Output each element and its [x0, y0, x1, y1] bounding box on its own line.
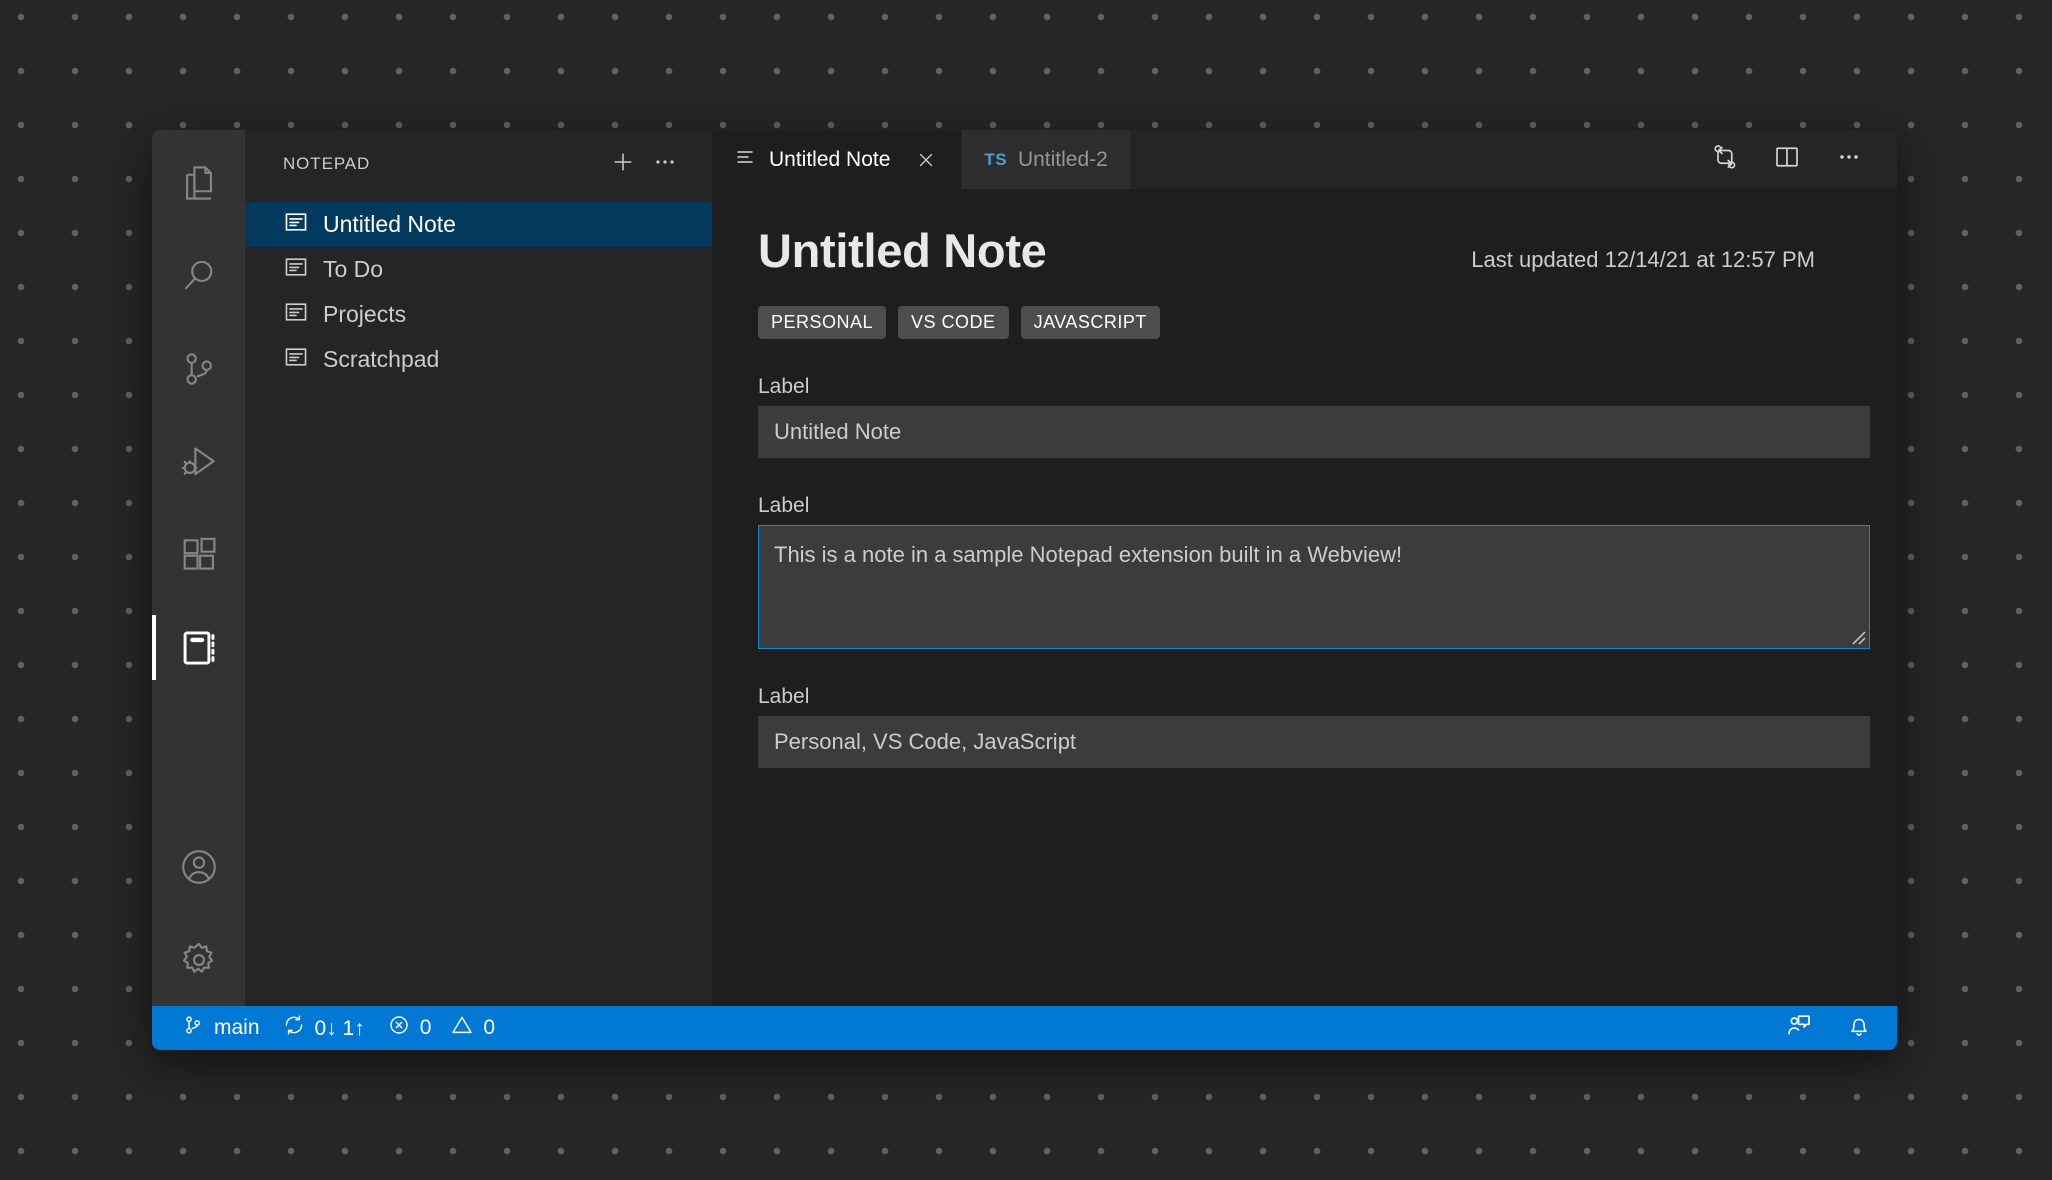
status-notifications-button[interactable] [1829, 1006, 1889, 1050]
note-content-textarea[interactable]: This is a note in a sample Notepad exten… [758, 525, 1870, 649]
last-updated-text: Last updated 12/14/21 at 12:57 PM [1471, 247, 1815, 272]
compare-changes-icon [1710, 142, 1740, 177]
activity-item-source-control[interactable] [152, 322, 245, 415]
split-editor-button[interactable] [1769, 142, 1805, 178]
status-sync-label: 0↓ 1↑ [314, 1016, 365, 1040]
tab-label: Untitled Note [769, 147, 891, 171]
bell-icon [1845, 1011, 1873, 1045]
ellipsis-icon [1836, 144, 1862, 175]
typescript-badge: TS [984, 149, 1007, 169]
close-icon[interactable] [913, 147, 939, 173]
activity-item-search[interactable] [152, 229, 245, 322]
tab-untitled-note[interactable]: Untitled Note [712, 130, 963, 189]
activity-item-run-and-debug[interactable] [152, 415, 245, 508]
sidebar-header: NOTEPAD [245, 130, 712, 198]
sync-icon [282, 1013, 306, 1043]
editor-actions [1693, 130, 1897, 189]
sidebar-title: NOTEPAD [283, 154, 371, 173]
extensions-icon [177, 533, 221, 577]
note-list-icon [734, 145, 758, 175]
status-error-count: 0 [419, 1016, 432, 1039]
tag-list: PERSONAL VS CODE JAVASCRIPT [758, 306, 1851, 339]
status-problems[interactable]: 0 0 [376, 1006, 506, 1050]
activity-item-accounts[interactable] [152, 820, 245, 913]
error-icon [387, 1013, 411, 1043]
notepad-webview: Untitled Note Last updated 12/14/21 at 1… [712, 189, 1897, 1006]
list-item[interactable]: To Do [245, 247, 712, 292]
status-branch[interactable]: main [170, 1006, 271, 1050]
field-group-tags: Label Personal, VS Code, JavaScript [758, 685, 1870, 768]
activity-item-manage[interactable] [152, 913, 245, 1006]
split-editor-icon [1772, 142, 1802, 177]
editor-more-actions-button[interactable] [1831, 142, 1867, 178]
feedback-icon [1785, 1011, 1813, 1045]
editor-area: Untitled Note TS Untitled-2 Untitled Not… [712, 130, 1897, 1006]
activity-bar-spacer [152, 694, 245, 820]
list-item-label: To Do [323, 256, 384, 282]
note-icon [283, 254, 309, 286]
tab-untitled-2[interactable]: TS Untitled-2 [962, 130, 1131, 189]
sidebar: NOTEPAD Untitled Note To Do Projects Scr… [245, 130, 712, 1006]
tab-bar-filler [1130, 130, 1693, 189]
list-item[interactable]: Projects [245, 292, 712, 337]
list-item[interactable]: Untitled Note [245, 202, 712, 247]
run-and-debug-icon [177, 440, 221, 484]
ellipsis-icon [652, 149, 678, 180]
status-feedback-button[interactable] [1769, 1006, 1829, 1050]
notes-list: Untitled Note To Do Projects Scratchpad [245, 198, 712, 382]
plus-icon [609, 148, 637, 181]
source-control-icon [177, 347, 221, 391]
notepad-icon [177, 626, 221, 670]
field-label: Label [758, 494, 810, 517]
field-group-title: Label Untitled Note [758, 375, 1870, 458]
gear-icon [177, 938, 221, 982]
new-note-button[interactable] [602, 143, 644, 185]
account-icon [177, 845, 221, 889]
list-item-label: Projects [323, 301, 407, 327]
field-group-content: Label This is a note in a sample Notepad… [758, 494, 1870, 649]
status-branch-label: main [214, 1016, 260, 1039]
note-icon [283, 344, 309, 376]
tag-badge: VS CODE [898, 306, 1009, 339]
compare-changes-button[interactable] [1707, 142, 1743, 178]
field-label: Label [758, 375, 810, 398]
activity-item-notepad[interactable] [152, 601, 245, 694]
field-label: Label [758, 685, 810, 708]
search-icon [177, 254, 221, 298]
note-content-wrapper: This is a note in a sample Notepad exten… [758, 525, 1870, 649]
note-icon [283, 209, 309, 241]
tab-bar: Untitled Note TS Untitled-2 [712, 130, 1897, 189]
note-tags-input[interactable]: Personal, VS Code, JavaScript [758, 716, 1870, 768]
tag-badge: PERSONAL [758, 306, 887, 339]
status-warning-count: 0 [483, 1016, 496, 1039]
activity-bar [152, 130, 245, 1006]
list-item-label: Scratchpad [323, 346, 440, 372]
page-title: Untitled Note [758, 224, 1047, 277]
status-sync[interactable]: 0↓ 1↑ [271, 1006, 376, 1050]
activity-item-explorer[interactable] [152, 136, 245, 229]
note-header: Untitled Note Last updated 12/14/21 at 1… [758, 223, 1851, 278]
tab-label: Untitled-2 [1017, 147, 1108, 171]
note-title-input[interactable]: Untitled Note [758, 406, 1870, 458]
note-icon [283, 299, 309, 331]
source-control-branch-icon [181, 1013, 205, 1043]
vscode-window: NOTEPAD Untitled Note To Do Projects Scr… [152, 130, 1897, 1050]
list-item-label: Untitled Note [323, 211, 456, 237]
tag-badge: JAVASCRIPT [1020, 306, 1160, 339]
sidebar-more-actions-button[interactable] [644, 143, 686, 185]
status-bar: main 0↓ 1↑ 0 0 [152, 1006, 1897, 1050]
activity-item-extensions[interactable] [152, 508, 245, 601]
files-icon [177, 161, 221, 205]
window-body: NOTEPAD Untitled Note To Do Projects Scr… [152, 130, 1897, 1006]
warning-icon [450, 1013, 474, 1043]
list-item[interactable]: Scratchpad [245, 337, 712, 382]
